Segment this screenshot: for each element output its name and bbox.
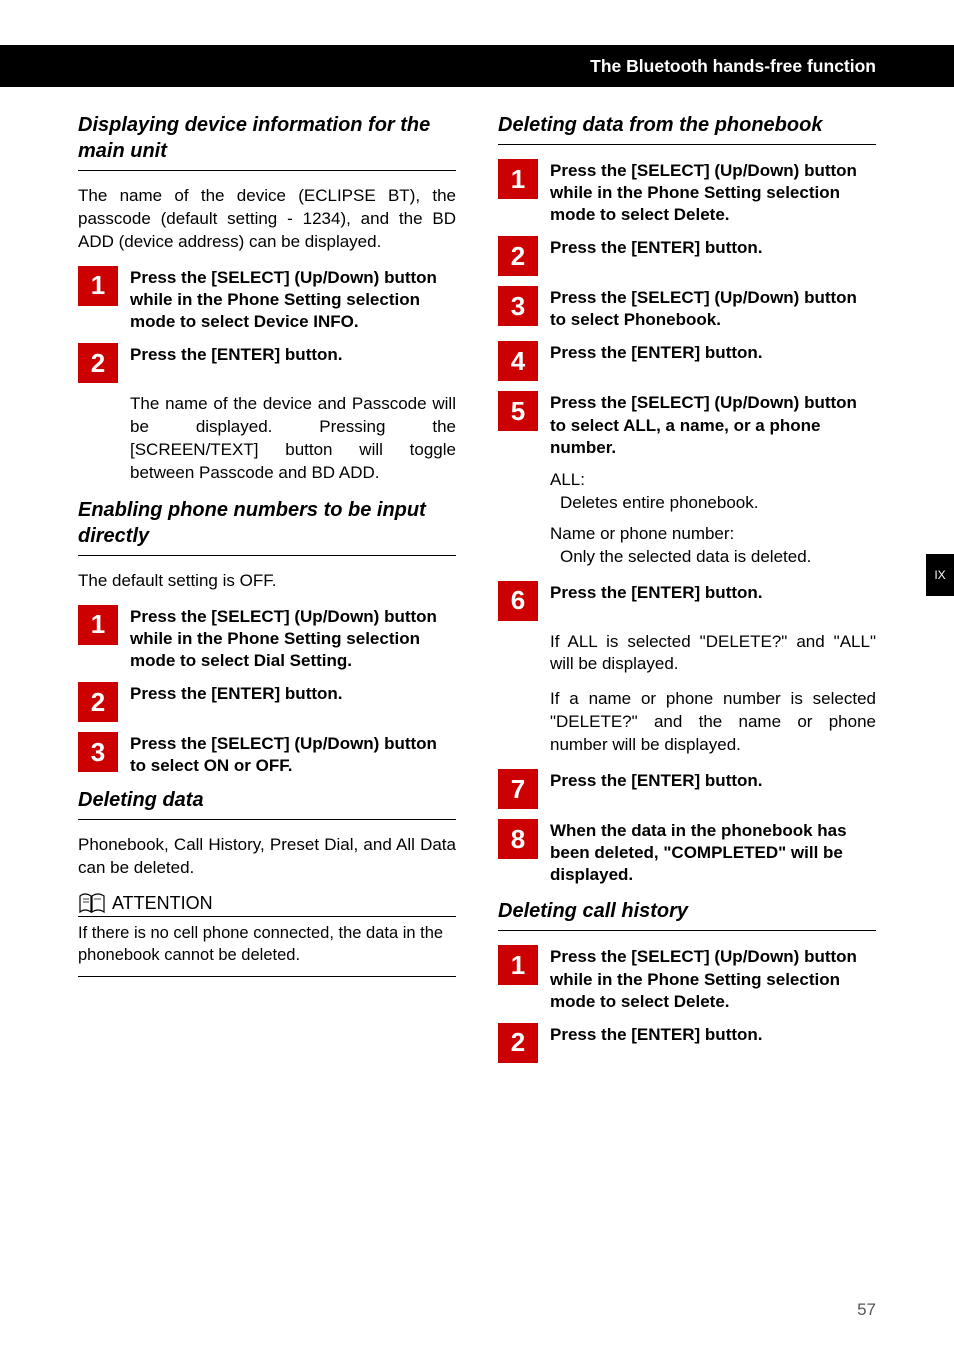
rule [498,144,876,145]
step-subtext: Only the selected data is deleted. [560,546,876,569]
step-number-box: 5 [498,391,538,431]
rule [78,976,456,977]
step-text: Press the [ENTER] button. [550,769,876,809]
step-number-box: 2 [78,343,118,383]
step-subtext: The name of the device and Passcode will… [130,393,456,485]
step-row: 8 When the data in the phonebook has bee… [498,819,876,886]
step-row: 2 Press the [ENTER] button. [498,236,876,276]
step-number-box: 6 [498,581,538,621]
attention-header: ATTENTION [78,892,456,917]
step-row: 4 Press the [ENTER] button. [498,341,876,381]
step-row: 1 Press the [SELECT] (Up/Down) button wh… [498,159,876,226]
page-number: 57 [857,1300,876,1320]
step-number-box: 4 [498,341,538,381]
side-tab: IX [926,554,954,596]
step-text: Press the [SELECT] (Up/Down) button whil… [130,605,456,672]
book-icon [78,892,106,914]
step-number-box: 2 [498,236,538,276]
rule [78,170,456,171]
step-text: Press the [SELECT] (Up/Down) button whil… [550,159,876,226]
content: Displaying device information for the ma… [78,112,876,1073]
step-subtext: ALL: [550,469,876,492]
step-row: 7 Press the [ENTER] button. [498,769,876,809]
step-text: Press the [SELECT] (Up/Down) button to s… [550,286,876,331]
step-number-box: 1 [78,605,118,645]
step-text: Press the [ENTER] button. [550,581,876,621]
step-subtext: If ALL is selected "DELETE?" and "ALL" w… [550,631,876,677]
step-text: Press the [ENTER] button. [550,341,876,381]
attention-text: If there is no cell phone connected, the… [78,923,456,966]
step-subtext: Name or phone number: [550,523,876,546]
step-row: 5 Press the [SELECT] (Up/Down) button to… [498,391,876,458]
step-number-box: 7 [498,769,538,809]
step-number-box: 2 [78,682,118,722]
section-title: Enabling phone numbers to be input direc… [78,497,456,549]
left-column: Displaying device information for the ma… [78,112,456,1073]
step-text: Press the [ENTER] button. [130,343,456,383]
section-intro: The name of the device (ECLIPSE BT), the… [78,185,456,254]
step-row: 6 Press the [ENTER] button. [498,581,876,621]
step-row: 3 Press the [SELECT] (Up/Down) button to… [78,732,456,777]
header-title: The Bluetooth hands-free function [590,56,876,77]
rule [78,555,456,556]
step-text: Press the [ENTER] button. [550,1023,876,1063]
attention-label: ATTENTION [112,893,213,914]
step-number-box: 3 [498,286,538,326]
step-number-box: 1 [498,159,538,199]
step-row: 1 Press the [SELECT] (Up/Down) button wh… [498,945,876,1012]
step-number-box: 1 [78,266,118,306]
section-intro: The default setting is OFF. [78,570,456,593]
step-text: Press the [ENTER] button. [130,682,456,722]
step-row: 3 Press the [SELECT] (Up/Down) button to… [498,286,876,331]
step-row: 2 Press the [ENTER] button. [498,1023,876,1063]
header-bar: The Bluetooth hands-free function [0,45,954,87]
step-text: Press the [SELECT] (Up/Down) button whil… [550,945,876,1012]
step-text: Press the [SELECT] (Up/Down) button to s… [130,732,456,777]
step-row: 1 Press the [SELECT] (Up/Down) button wh… [78,605,456,672]
step-row: 2 Press the [ENTER] button. [78,343,456,383]
step-subtext: Deletes entire phonebook. [560,492,876,515]
section-title: Deleting data from the phonebook [498,112,876,138]
side-tab-label: IX [934,568,945,582]
section-title: Deleting call history [498,898,876,924]
step-text: Press the [ENTER] button. [550,236,876,276]
step-text: Press the [SELECT] (Up/Down) button whil… [130,266,456,333]
page: The Bluetooth hands-free function IX Dis… [0,0,954,1352]
step-number-box: 8 [498,819,538,859]
rule [78,819,456,820]
step-number-box: 3 [78,732,118,772]
rule [498,930,876,931]
section-title: Displaying device information for the ma… [78,112,456,164]
step-row: 1 Press the [SELECT] (Up/Down) button wh… [78,266,456,333]
step-subtext: If a name or phone number is selected "D… [550,688,876,757]
step-text: Press the [SELECT] (Up/Down) button to s… [550,391,876,458]
attention-block: ATTENTION If there is no cell phone conn… [78,892,456,977]
right-column: Deleting data from the phonebook 1 Press… [498,112,876,1073]
step-number-box: 2 [498,1023,538,1063]
section-title: Deleting data [78,787,456,813]
step-number-box: 1 [498,945,538,985]
section-intro: Phonebook, Call History, Preset Dial, an… [78,834,456,880]
step-text: When the data in the phonebook has been … [550,819,876,886]
step-row: 2 Press the [ENTER] button. [78,682,456,722]
